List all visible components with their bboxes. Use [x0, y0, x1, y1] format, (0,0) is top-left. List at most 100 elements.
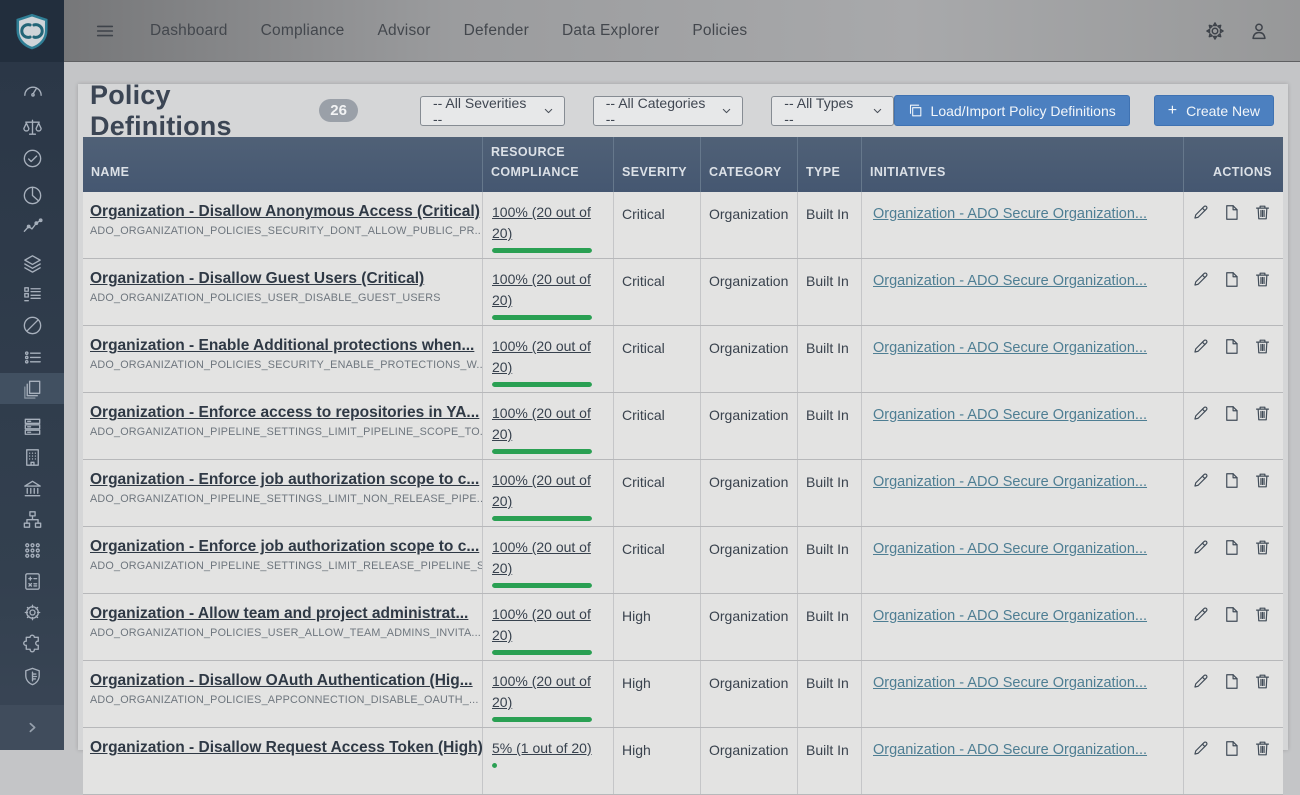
user-profile-icon[interactable]: [1248, 20, 1270, 42]
delete-trash-icon[interactable]: [1253, 404, 1272, 423]
sidebar-dashboard-gauge-icon[interactable]: [0, 76, 64, 105]
edit-pencil-icon[interactable]: [1191, 672, 1210, 691]
sidebar-bank-icon[interactable]: [0, 474, 64, 503]
compliance-link[interactable]: 100% (20 out of 20): [492, 202, 600, 244]
delete-trash-icon[interactable]: [1253, 337, 1272, 356]
delete-trash-icon[interactable]: [1253, 739, 1272, 758]
severity-filter-dropdown[interactable]: -- All Severities --: [420, 96, 565, 126]
duplicate-document-icon[interactable]: [1222, 270, 1241, 289]
col-header-type[interactable]: TYPE: [797, 137, 861, 192]
policy-name-link[interactable]: Organization - Disallow OAuth Authentica…: [90, 672, 470, 690]
nav-policies[interactable]: Policies: [692, 22, 747, 40]
compliance-link[interactable]: 5% (1 out of 20): [492, 738, 600, 759]
initiative-link[interactable]: Organization - ADO Secure Organization..…: [873, 474, 1147, 490]
sidebar-sitemap-icon[interactable]: [0, 505, 64, 534]
delete-trash-icon[interactable]: [1253, 270, 1272, 289]
sidebar-gear-icon[interactable]: [0, 598, 64, 627]
col-header-actions: ACTIONS: [1183, 137, 1283, 192]
table-row: Organization - Disallow OAuth Authentica…: [83, 661, 1283, 728]
create-new-button[interactable]: + Create New: [1154, 95, 1274, 126]
edit-pencil-icon[interactable]: [1191, 270, 1210, 289]
sidebar-compliance-scales-icon[interactable]: [0, 113, 64, 142]
compliance-link[interactable]: 100% (20 out of 20): [492, 671, 600, 713]
sidebar-pie-chart-icon[interactable]: [0, 181, 64, 210]
duplicate-document-icon[interactable]: [1222, 404, 1241, 423]
nav-data-explorer[interactable]: Data Explorer: [562, 22, 659, 40]
policy-name-link[interactable]: Organization - Enforce access to reposit…: [90, 404, 470, 422]
policy-name-link[interactable]: Organization - Disallow Anonymous Access…: [90, 203, 470, 221]
sidebar-calculator-icon[interactable]: [0, 567, 64, 596]
initiative-link[interactable]: Organization - ADO Secure Organization..…: [873, 541, 1147, 557]
app-logo[interactable]: [0, 0, 64, 62]
edit-pencil-icon[interactable]: [1191, 203, 1210, 222]
sidebar-shield-icon[interactable]: [0, 662, 64, 691]
sidebar-puzzle-piece-icon[interactable]: [0, 629, 64, 658]
edit-pencil-icon[interactable]: [1191, 471, 1210, 490]
initiative-link[interactable]: Organization - ADO Secure Organization..…: [873, 407, 1147, 423]
compliance-link[interactable]: 100% (20 out of 20): [492, 537, 600, 579]
compliance-link[interactable]: 100% (20 out of 20): [492, 336, 600, 378]
compliance-link[interactable]: 100% (20 out of 20): [492, 604, 600, 646]
duplicate-document-icon[interactable]: [1222, 471, 1241, 490]
sidebar-expand-chevron-icon[interactable]: [0, 705, 64, 750]
delete-trash-icon[interactable]: [1253, 605, 1272, 624]
compliance-link[interactable]: 100% (20 out of 20): [492, 403, 600, 445]
sidebar-checklist-icon[interactable]: [0, 280, 64, 309]
initiative-link[interactable]: Organization - ADO Secure Organization..…: [873, 206, 1147, 222]
delete-trash-icon[interactable]: [1253, 672, 1272, 691]
edit-pencil-icon[interactable]: [1191, 739, 1210, 758]
initiative-link[interactable]: Organization - ADO Secure Organization..…: [873, 608, 1147, 624]
name-cell: Organization - Enforce job authorization…: [83, 460, 482, 526]
policy-name-link[interactable]: Organization - Enforce job authorization…: [90, 538, 470, 556]
policy-name-link[interactable]: Organization - Disallow Guest Users (Cri…: [90, 270, 470, 288]
policy-name-link[interactable]: Organization - Allow team and project ad…: [90, 605, 470, 623]
compliance-progress-bar: [492, 248, 592, 253]
initiative-link[interactable]: Organization - ADO Secure Organization..…: [873, 273, 1147, 289]
edit-pencil-icon[interactable]: [1191, 538, 1210, 557]
edit-pencil-icon[interactable]: [1191, 337, 1210, 356]
category-filter-dropdown[interactable]: -- All Categories --: [593, 96, 744, 126]
sidebar-servers-icon[interactable]: [0, 412, 64, 441]
sidebar-item-list-icon[interactable]: [0, 342, 64, 371]
col-header-initiatives[interactable]: INITIATIVES: [861, 137, 1183, 192]
policy-name-link[interactable]: Organization - Enforce job authorization…: [90, 471, 470, 489]
delete-trash-icon[interactable]: [1253, 471, 1272, 490]
col-header-compliance[interactable]: RESOURCE COMPLIANCE: [482, 137, 613, 192]
settings-gear-icon[interactable]: [1204, 20, 1226, 42]
compliance-link[interactable]: 100% (20 out of 20): [492, 470, 600, 512]
nav-compliance[interactable]: Compliance: [261, 22, 345, 40]
load-import-button[interactable]: Load/Import Policy Definitions: [894, 95, 1130, 126]
col-header-category[interactable]: CATEGORY: [700, 137, 797, 192]
sidebar-check-circle-icon[interactable]: [0, 144, 64, 173]
delete-trash-icon[interactable]: [1253, 203, 1272, 222]
table-row: Organization - Enforce job authorization…: [83, 460, 1283, 527]
duplicate-document-icon[interactable]: [1222, 739, 1241, 758]
sidebar-policy-definitions-pages-icon[interactable]: [0, 373, 64, 404]
sidebar-building-icon[interactable]: [0, 443, 64, 472]
nav-advisor[interactable]: Advisor: [378, 22, 431, 40]
type-filter-dropdown[interactable]: -- All Types --: [771, 96, 893, 126]
duplicate-document-icon[interactable]: [1222, 605, 1241, 624]
policy-name-link[interactable]: Organization - Disallow Request Access T…: [90, 739, 470, 757]
initiative-link[interactable]: Organization - ADO Secure Organization..…: [873, 742, 1147, 758]
sidebar-activity-graph-icon[interactable]: [0, 212, 64, 241]
initiative-link[interactable]: Organization - ADO Secure Organization..…: [873, 340, 1147, 356]
nav-defender[interactable]: Defender: [464, 22, 529, 40]
duplicate-document-icon[interactable]: [1222, 538, 1241, 557]
col-header-name[interactable]: NAME: [83, 137, 482, 192]
col-header-severity[interactable]: SEVERITY: [613, 137, 700, 192]
edit-pencil-icon[interactable]: [1191, 404, 1210, 423]
nav-dashboard[interactable]: Dashboard: [150, 22, 228, 40]
duplicate-document-icon[interactable]: [1222, 672, 1241, 691]
duplicate-document-icon[interactable]: [1222, 203, 1241, 222]
hamburger-menu-icon[interactable]: [94, 20, 116, 42]
edit-pencil-icon[interactable]: [1191, 605, 1210, 624]
sidebar-grid-dots-icon[interactable]: [0, 536, 64, 565]
initiative-link[interactable]: Organization - ADO Secure Organization..…: [873, 675, 1147, 691]
sidebar-layers-icon[interactable]: [0, 249, 64, 278]
duplicate-document-icon[interactable]: [1222, 337, 1241, 356]
sidebar-blocked-circle-icon[interactable]: [0, 311, 64, 340]
compliance-link[interactable]: 100% (20 out of 20): [492, 269, 600, 311]
delete-trash-icon[interactable]: [1253, 538, 1272, 557]
policy-name-link[interactable]: Organization - Enable Additional protect…: [90, 337, 470, 355]
